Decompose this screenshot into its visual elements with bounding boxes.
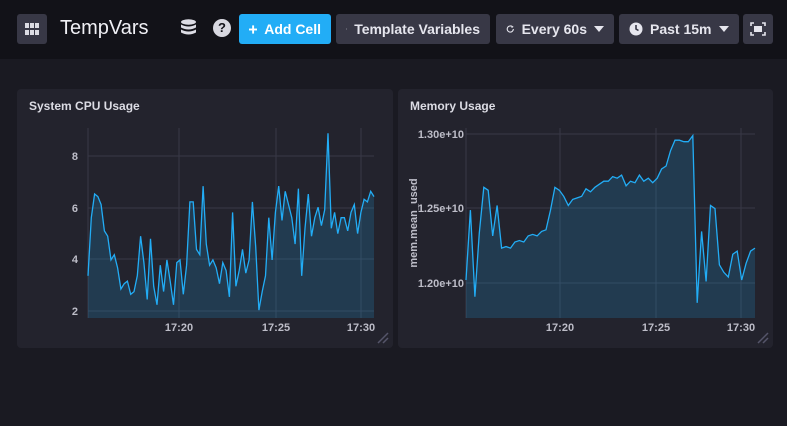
series-area xyxy=(466,135,755,318)
time-range-dropdown[interactable]: Past 15m xyxy=(619,14,739,44)
x-tick-label: 17:30 xyxy=(347,322,375,334)
clock-icon xyxy=(629,22,643,36)
add-cell-label: Add Cell xyxy=(264,21,321,37)
cpu-usage-chart: 2 4 6 8 17:20 17:25 17:30 xyxy=(72,128,375,334)
fullscreen-button[interactable] xyxy=(743,14,773,44)
memory-usage-chart: 1.20e+10 1.25e+10 1.30e+10 17:20 17:25 17:30 m… xyxy=(408,128,756,334)
chevron-down-icon xyxy=(594,26,604,32)
x-tick-label: 17:20 xyxy=(165,322,193,334)
time-range-label: Past 15m xyxy=(650,21,712,37)
add-cell-button[interactable]: Add Cell xyxy=(239,14,331,44)
dashboards-icon xyxy=(25,23,39,35)
cell-memory-usage[interactable]: Memory Usage 1.20e+10 1.25e+10 1.30e+10 17:… xyxy=(398,89,773,348)
dashboards-button[interactable] xyxy=(17,14,47,44)
resize-icon[interactable] xyxy=(375,330,389,344)
y-axis-label: mem.mean_used xyxy=(408,178,420,267)
cell-system-cpu-usage[interactable]: System CPU Usage 2 4 6 8 17:20 17:25 17:30 xyxy=(17,89,393,348)
x-tick-label: 17:25 xyxy=(262,322,290,334)
y-tick-label: 4 xyxy=(72,254,79,266)
plus-icon xyxy=(249,24,258,34)
database-icon[interactable] xyxy=(180,19,197,38)
chevron-down-icon xyxy=(719,26,729,32)
y-tick-label: 1.25e+10 xyxy=(418,203,464,215)
template-variables-button[interactable]: Template Variables xyxy=(336,14,490,44)
help-icon[interactable]: ? xyxy=(213,19,231,37)
refresh-icon xyxy=(506,25,514,33)
y-tick-label: 2 xyxy=(72,306,78,318)
refresh-interval-dropdown[interactable]: Every 60s xyxy=(496,14,614,44)
refresh-interval-label: Every 60s xyxy=(521,21,587,37)
cube-icon xyxy=(346,28,348,30)
header-bar: TempVars ? Add Cell Template Variables E… xyxy=(0,0,787,59)
dashboard-title[interactable]: TempVars xyxy=(60,17,149,40)
x-tick-label: 17:20 xyxy=(546,322,574,334)
template-variables-label: Template Variables xyxy=(354,21,480,37)
x-tick-label: 17:30 xyxy=(727,322,755,334)
y-tick-label: 1.30e+10 xyxy=(418,129,464,141)
resize-icon[interactable] xyxy=(755,330,769,344)
y-tick-label: 8 xyxy=(72,151,78,163)
y-tick-label: 1.20e+10 xyxy=(418,278,464,290)
fullscreen-icon xyxy=(750,22,766,36)
x-tick-label: 17:25 xyxy=(642,322,670,334)
y-tick-label: 6 xyxy=(72,203,78,215)
